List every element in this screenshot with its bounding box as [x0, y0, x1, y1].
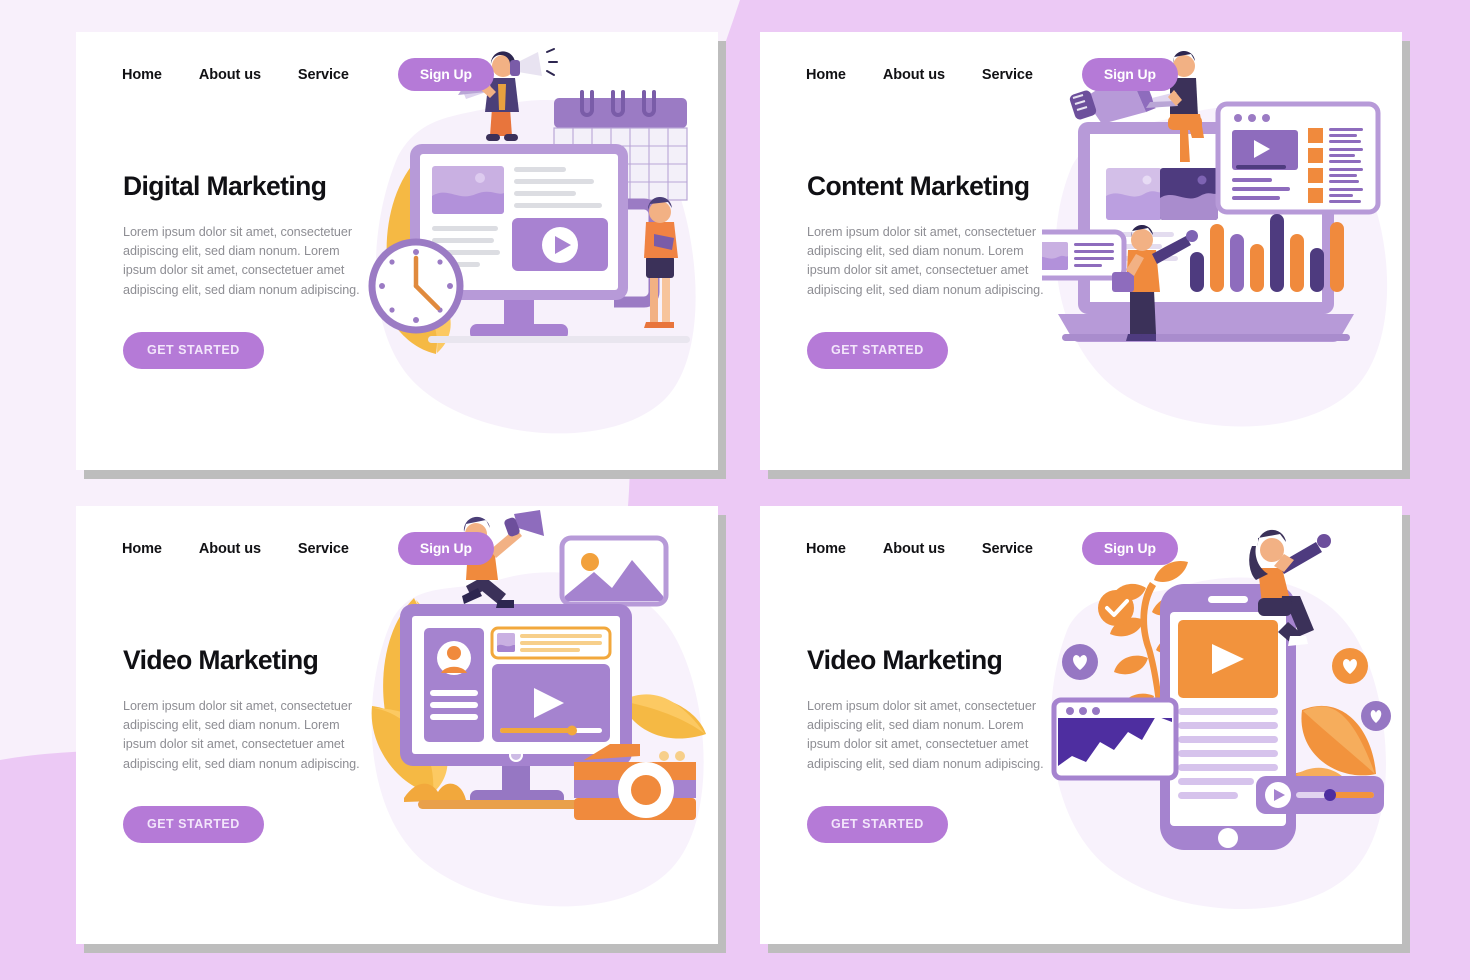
- description-text: Lorem ipsum dolor sit amet, consectetuer…: [123, 699, 360, 771]
- nav-link-home[interactable]: Home: [122, 541, 162, 557]
- card-video-marketing-right: Home About us Service Sign Up Video Mark…: [760, 506, 1410, 953]
- video-progress-bar: [1256, 776, 1384, 814]
- badge-heart-4: [1361, 701, 1391, 731]
- get-started-button[interactable]: GET STARTED: [807, 805, 948, 843]
- copy-block: Content Marketing Lorem ipsum dolor sit …: [807, 171, 1059, 369]
- description-text: Lorem ipsum dolor sit amet, consectetuer…: [807, 225, 1044, 297]
- nav-link-about[interactable]: About us: [199, 541, 261, 557]
- nav-link-home[interactable]: Home: [806, 541, 846, 557]
- copy-block: Video Marketing Lorem ipsum dolor sit am…: [123, 645, 375, 843]
- navbar: Home About us Service Sign Up: [806, 532, 1372, 565]
- get-started-button[interactable]: GET STARTED: [123, 805, 264, 843]
- page-title: Video Marketing: [807, 645, 1003, 675]
- signup-button[interactable]: Sign Up: [397, 532, 495, 565]
- chart-window: [1051, 697, 1179, 781]
- page-title: Content Marketing: [807, 171, 1030, 201]
- signup-button[interactable]: Sign Up: [397, 58, 495, 91]
- badge-check: [1098, 590, 1134, 626]
- nav-link-about[interactable]: About us: [883, 541, 945, 557]
- description-text: Lorem ipsum dolor sit amet, consectetuer…: [123, 225, 360, 297]
- get-started-button[interactable]: GET STARTED: [807, 331, 948, 369]
- nav-link-service[interactable]: Service: [298, 541, 349, 557]
- copy-block: Video Marketing Lorem ipsum dolor sit am…: [807, 645, 1059, 843]
- camera-icon: [574, 744, 696, 820]
- nav-link-service[interactable]: Service: [298, 67, 349, 83]
- nav-link-home[interactable]: Home: [122, 67, 162, 83]
- card-surface: Home About us Service Sign Up: [760, 506, 1402, 944]
- badge-heart-1: [1062, 644, 1098, 680]
- card-digital-marketing: Home About us Service Sign Up Digital Ma…: [76, 32, 726, 479]
- copy-block: Digital Marketing Lorem ipsum dolor sit …: [123, 171, 375, 369]
- navbar: Home About us Service Sign Up: [122, 532, 688, 565]
- page-title: Video Marketing: [123, 645, 319, 675]
- clock-icon: [368, 238, 464, 334]
- nav-link-about[interactable]: About us: [199, 67, 261, 83]
- nav-link-about[interactable]: About us: [883, 67, 945, 83]
- card-content-marketing: Home About us Service Sign Up Content Ma…: [760, 32, 1410, 479]
- nav-link-service[interactable]: Service: [982, 67, 1033, 83]
- signup-button[interactable]: Sign Up: [1081, 532, 1179, 565]
- nav-link-home[interactable]: Home: [806, 67, 846, 83]
- illustration-monitor-video-camera: [358, 506, 718, 944]
- page-title: Digital Marketing: [123, 171, 327, 201]
- card-grid: Home About us Service Sign Up Digital Ma…: [0, 0, 1470, 980]
- illustration-laptop-dashboard-chart: [1042, 32, 1402, 470]
- badge-heart-3: [1332, 648, 1368, 684]
- signup-button[interactable]: Sign Up: [1081, 58, 1179, 91]
- navbar: Home About us Service Sign Up: [806, 58, 1372, 91]
- card-surface: Home About us Service Sign Up: [76, 32, 718, 470]
- get-started-button[interactable]: GET STARTED: [123, 331, 264, 369]
- navbar: Home About us Service Sign Up: [122, 58, 688, 91]
- description-text: Lorem ipsum dolor sit amet, consectetuer…: [807, 699, 1044, 771]
- browser-window: [1215, 101, 1381, 215]
- card-video-marketing-left: Home About us Service Sign Up Video Mark…: [76, 506, 726, 953]
- card-surface: Home About us Service Sign Up: [760, 32, 1402, 470]
- nav-link-service[interactable]: Service: [982, 541, 1033, 557]
- illustration-monitor-calendar-clock: [358, 32, 718, 470]
- card-surface: Home About us Service Sign Up: [76, 506, 718, 944]
- illustration-smartphone-video: [1042, 506, 1402, 944]
